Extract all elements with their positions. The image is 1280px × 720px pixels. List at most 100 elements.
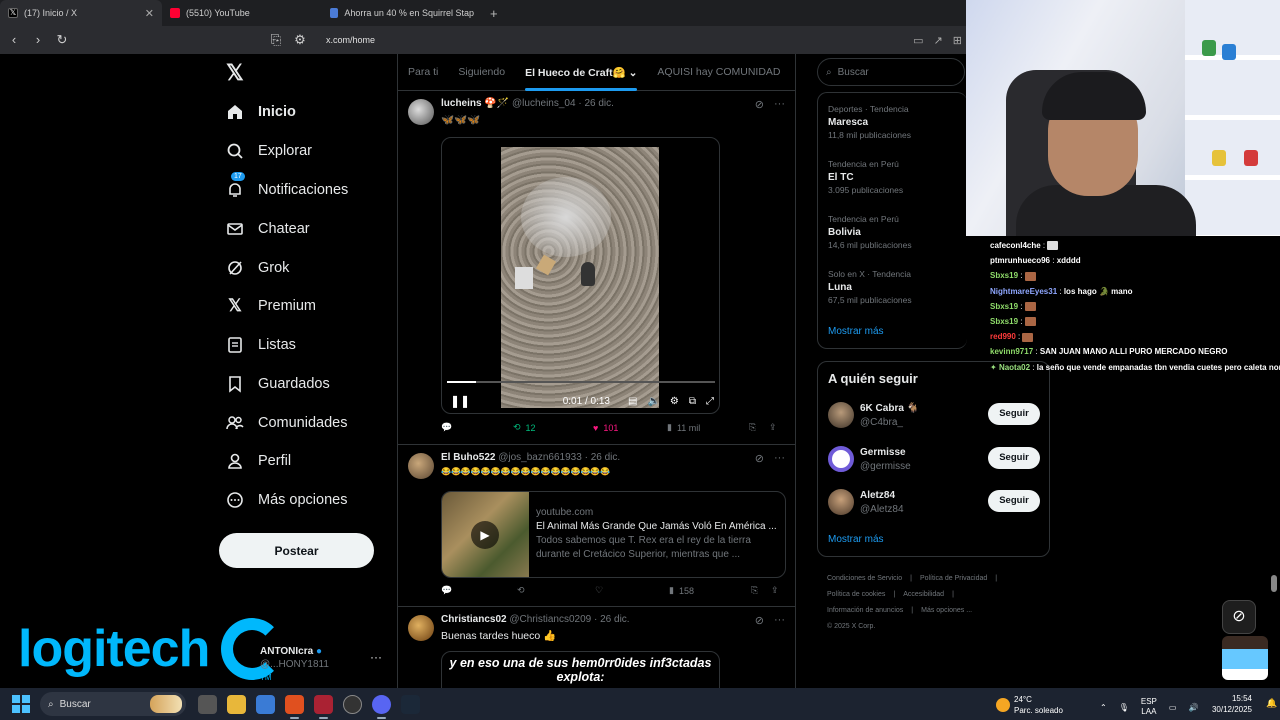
share-icon[interactable]: ⇪ [771, 585, 779, 596]
video-progress[interactable] [447, 381, 715, 383]
sidebar-item-listas[interactable]: Listas [226, 336, 296, 354]
obs-icon[interactable] [314, 694, 333, 719]
repost-button[interactable]: ⟲ 12 [513, 422, 593, 433]
sidebar-item-guardados[interactable]: Guardados [226, 375, 330, 393]
tab-store[interactable]: Ahorra un 40 % en Squirrel Stapler e... [322, 0, 482, 26]
follow-button[interactable]: Seguir [988, 447, 1040, 469]
tab-el-hueco-de-craft[interactable]: El Hueco de Craft🤗 ⌄ [525, 66, 638, 91]
post-author[interactable]: El Buho522 [441, 452, 495, 463]
sidebar-item-perfil[interactable]: Perfil [226, 452, 291, 470]
footer-link[interactable]: Política de cookies [827, 591, 885, 598]
mute-icon[interactable]: 🔈 [647, 396, 659, 407]
account-switcher[interactable]: ANTONIcra ● @...HONY1811 TM [260, 645, 329, 684]
trend-item[interactable]: Solo en X · Tendencia Luna 67,5 mil publ… [828, 268, 912, 307]
fullscreen-icon[interactable]: ⤢ [706, 396, 714, 407]
post[interactable]: Christiancs02 @Christiancs0209 · 26 dic.… [398, 607, 795, 688]
more-icon[interactable]: ··· [774, 452, 785, 465]
post-video[interactable]: ❚❚ 0:01 / 0:13 ▤ 🔈 ⚙ ⧉ ⤢ [441, 137, 720, 414]
play-icon[interactable]: ▶ [471, 521, 499, 549]
post-date[interactable]: 26 dic. [584, 98, 613, 109]
taskbar-search[interactable]: ⌕ Buscar [40, 692, 186, 716]
language-indicator[interactable]: ESP LAA [1141, 697, 1157, 717]
avatar[interactable] [828, 446, 854, 472]
link-card[interactable]: ▶ youtube.com El Animal Más Grande Que J… [441, 491, 786, 578]
new-tab-icon[interactable]: + [482, 6, 506, 21]
like-button[interactable]: ♥ 101 [593, 423, 667, 433]
avatar[interactable] [408, 453, 434, 479]
footer-link[interactable]: Información de anuncios [827, 607, 903, 614]
mic-icon[interactable]: 🎙 [1119, 703, 1129, 712]
more-icon[interactable]: ··· [774, 98, 785, 111]
pip-icon[interactable]: ⧉ [689, 396, 696, 407]
x-logo-icon[interactable]: 𝕏 [226, 60, 244, 86]
trend-item[interactable]: Tendencia en Perú Bolivia 14,6 mil publi… [828, 213, 912, 252]
trend-item[interactable]: Deportes · Tendencia Maresca 11,8 mil pu… [828, 103, 911, 142]
cast-icon[interactable]: ▭ [913, 34, 923, 47]
post-author[interactable]: Christiancs02 [441, 614, 507, 625]
show-more-follow-link[interactable]: Mostrar más [828, 534, 884, 545]
close-icon[interactable]: ✕ [145, 7, 154, 20]
brave-icon[interactable] [285, 694, 304, 719]
meme-image-caption[interactable]: y en eso una de sus hem0rr0ides inf3ctad… [441, 651, 720, 688]
captions-icon[interactable]: ▤ [628, 396, 637, 407]
extensions-icon[interactable]: ⊞ [953, 34, 962, 47]
settings-icon[interactable]: ⚙ [670, 396, 679, 407]
sidebar-item-inicio[interactable]: Inicio [226, 103, 296, 121]
follow-button[interactable]: Seguir [988, 403, 1040, 425]
grok-icon[interactable]: ⊘ [755, 452, 764, 465]
like-button[interactable]: ♡ [595, 585, 669, 596]
trend-item[interactable]: Tendencia en Perú El TC 3.095 publicacio… [828, 158, 903, 197]
task-view-icon[interactable] [198, 694, 217, 714]
sidebar-item-grok[interactable]: Grok [226, 259, 289, 277]
reply-button[interactable]: 💬 [441, 585, 517, 596]
sidebar-item-mas-opciones[interactable]: Más opciones [226, 491, 347, 509]
post-handle[interactable]: @lucheins_04 [512, 98, 576, 109]
site-info-icon[interactable]: ⚙ [292, 32, 308, 48]
footer-link[interactable]: Más opciones ... [921, 607, 972, 614]
pause-icon[interactable]: ❚❚ [450, 394, 470, 408]
avatar[interactable] [828, 402, 854, 428]
bookmark-icon[interactable]: ⎘ [268, 32, 284, 48]
repost-button[interactable]: ⟲ [517, 585, 595, 596]
steam-icon[interactable] [401, 694, 420, 714]
avatar[interactable] [828, 489, 854, 515]
sidebar-item-premium[interactable]: 𝕏 Premium [226, 296, 316, 315]
grok-icon[interactable]: ⊘ [755, 98, 764, 111]
post[interactable]: lucheins 🍄🪄 @lucheins_04 · 26 dic. ⊘ ···… [398, 91, 795, 445]
discord-icon[interactable] [372, 694, 391, 719]
url-bar[interactable]: x.com/home [326, 35, 375, 45]
post-author[interactable]: lucheins 🍄🪄 [441, 98, 509, 109]
tab-x-home[interactable]: 𝕏 (17) Inicio / X ✕ [0, 0, 162, 26]
file-explorer-icon[interactable] [227, 694, 246, 714]
notification-bell-icon[interactable]: 🔔 [1266, 698, 1277, 709]
back-icon[interactable]: ‹ [6, 32, 22, 48]
reply-button[interactable]: 💬 [441, 422, 513, 433]
clock[interactable]: 15:54 30/12/2025 [1206, 693, 1252, 715]
views-button[interactable]: ▮ 11 mil [667, 422, 749, 433]
tab-youtube[interactable]: (5510) YouTube [162, 0, 322, 26]
footer-link[interactable]: Condiciones de Servicio [827, 575, 902, 582]
views-button[interactable]: ▮ 158 [669, 585, 751, 596]
share-icon[interactable]: ↗ [934, 34, 943, 47]
scrollbar[interactable] [1271, 575, 1277, 592]
sidebar-item-chatear[interactable]: Chatear [226, 220, 310, 238]
show-more-trends-link[interactable]: Mostrar más [828, 326, 884, 337]
forward-icon[interactable]: › [30, 32, 46, 48]
tab-siguiendo[interactable]: Siguiendo [458, 66, 505, 78]
volume-icon[interactable]: 🔊 [1188, 703, 1198, 712]
post-handle[interactable]: @jos_bazn661933 [498, 452, 582, 463]
post-button[interactable]: Postear [219, 533, 374, 568]
follow-suggestion[interactable]: 6K Cabra 🐐 @C4bra_ Seguir [828, 402, 1040, 432]
more-icon[interactable]: ··· [370, 650, 382, 664]
post-date[interactable]: 26 dic. [600, 614, 629, 625]
post-handle[interactable]: @Christiancs0209 [509, 614, 591, 625]
follow-button[interactable]: Seguir [988, 490, 1040, 512]
avatar[interactable] [408, 99, 434, 125]
sidebar-item-comunidades[interactable]: Comunidades [226, 414, 347, 432]
post[interactable]: El Buho522 @jos_bazn661933 · 26 dic. ⊘ ·… [398, 445, 795, 607]
footer-link[interactable]: Accesibilidad [903, 591, 944, 598]
share-icon[interactable]: ⇪ [769, 422, 777, 433]
more-icon[interactable]: ··· [774, 614, 785, 627]
chevron-up-icon[interactable]: ⌃ [1100, 703, 1107, 712]
footer-link[interactable]: Política de Privacidad [920, 575, 987, 582]
